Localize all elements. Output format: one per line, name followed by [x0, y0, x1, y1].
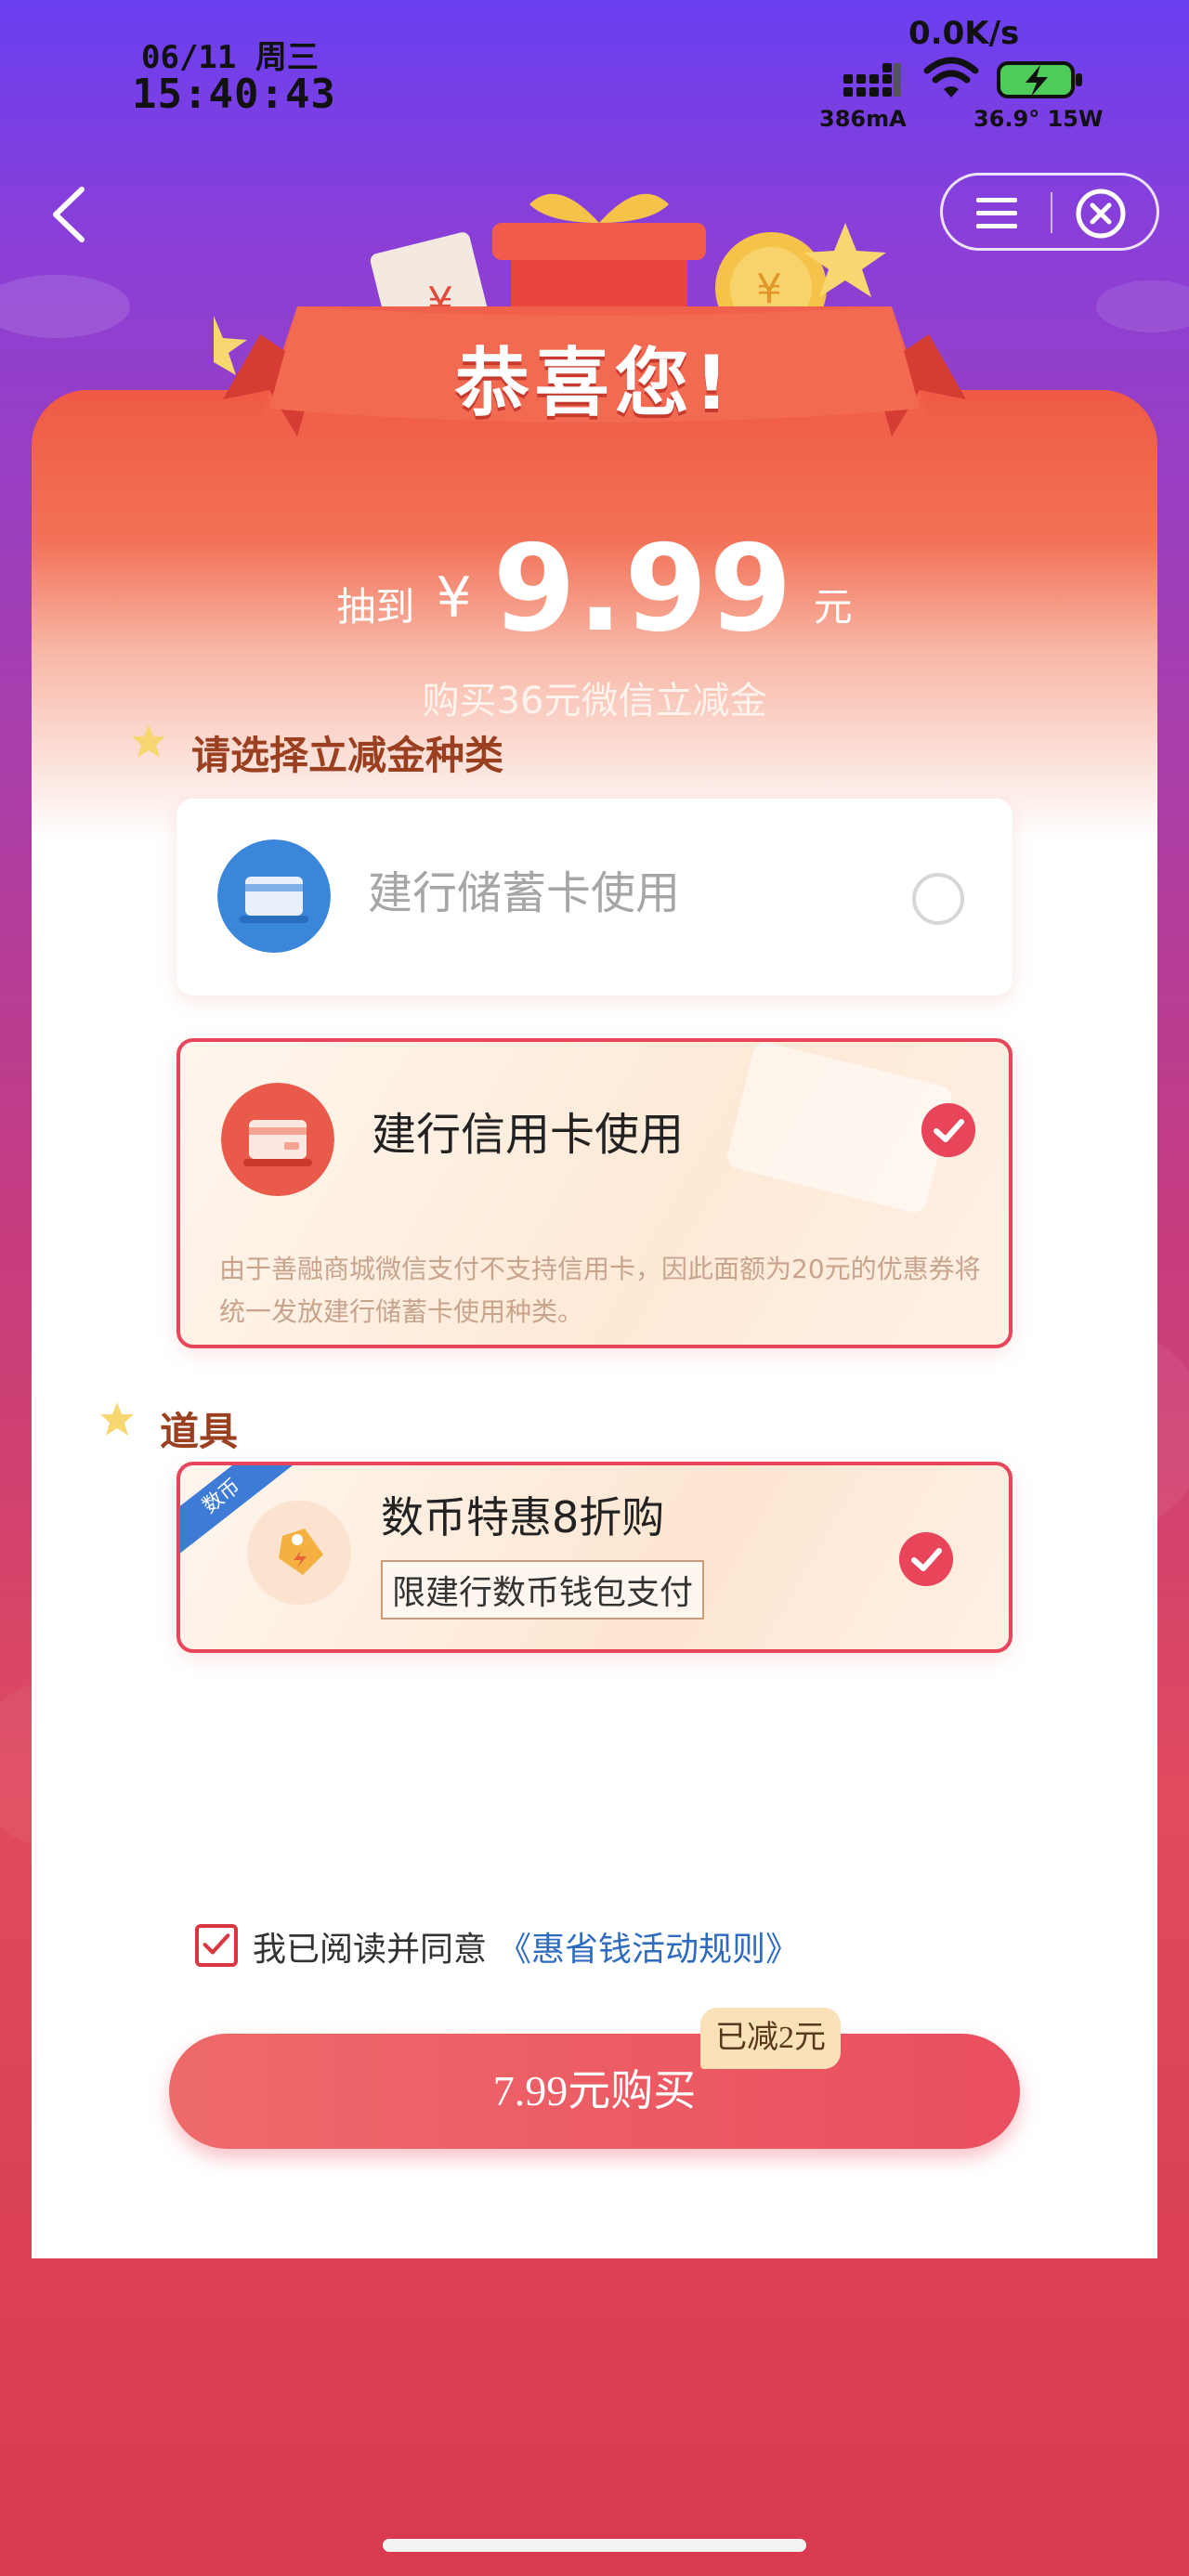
agreement-rules-link[interactable]: 《惠省钱活动规则》	[498, 1922, 799, 1971]
tool-title: 数币特惠8折购	[381, 1492, 665, 1542]
option-note: 由于善融商城微信支付不支持信用卡，因此面额为20元的优惠券将统一发放建行储蓄卡使…	[219, 1254, 981, 1327]
svg-text:¥: ¥	[756, 266, 782, 313]
section-title-type: 请选择立减金种类	[191, 733, 504, 778]
prize-line: 抽到 ¥ 9.99 元	[0, 520, 1189, 658]
status-time: 15:40:43	[132, 71, 336, 118]
wifi-icon	[923, 57, 979, 98]
agreement-checkbox[interactable]	[195, 1924, 238, 1967]
status-net-speed: 0.0K/s	[908, 15, 1020, 52]
prize-unit: 元	[813, 584, 853, 630]
agreement-text: 我已阅读并同意	[253, 1931, 488, 1969]
menu-icon[interactable]	[969, 190, 1025, 237]
star-icon	[132, 724, 165, 758]
battery-charging-icon	[997, 61, 1082, 98]
tool-item-coupon[interactable]: 数币 数币特惠8折购 限建行数币钱包支付	[176, 1462, 1013, 1653]
star-icon	[100, 1402, 134, 1436]
prize-description: 购买36元微信立减金	[422, 680, 767, 722]
prize-amount: 9.99	[492, 520, 794, 658]
tool-badge: 限建行数币钱包支付	[381, 1560, 705, 1620]
congrats-title: 恭喜您!	[454, 340, 735, 426]
section-title-tools: 道具	[160, 1409, 239, 1454]
home-indicator[interactable]	[383, 2539, 806, 2552]
option-label: 建行储蓄卡使用	[368, 867, 681, 919]
card-watermark	[725, 1039, 955, 1216]
option-label: 建行信用卡使用	[372, 1109, 685, 1161]
buy-button[interactable]: 7.99元购买	[169, 2034, 1020, 2149]
checkmark-icon[interactable]	[899, 1532, 953, 1586]
checkmark-icon[interactable]	[921, 1103, 975, 1157]
radio-unchecked[interactable]	[912, 873, 964, 925]
option-credit-card[interactable]: 建行信用卡使用 由于善融商城微信支付不支持信用卡，因此面额为20元的优惠券将统一…	[176, 1038, 1013, 1348]
debit-card-icon	[217, 839, 331, 953]
option-debit-card[interactable]: 建行储蓄卡使用	[176, 799, 1013, 995]
discount-tag: 已减2元	[700, 2008, 841, 2069]
back-button[interactable]	[41, 182, 97, 247]
status-current: 386mA	[819, 106, 907, 132]
capsule-divider	[1051, 192, 1052, 233]
prize-prefix: 抽到	[336, 584, 415, 630]
credit-card-icon	[221, 1083, 334, 1196]
status-temp-power: 36.9° 15W	[973, 106, 1104, 132]
prize-currency: ¥	[436, 566, 472, 631]
close-circle-icon[interactable]	[1073, 187, 1129, 241]
price-tag-icon	[247, 1501, 351, 1605]
signal-icon	[843, 63, 901, 97]
